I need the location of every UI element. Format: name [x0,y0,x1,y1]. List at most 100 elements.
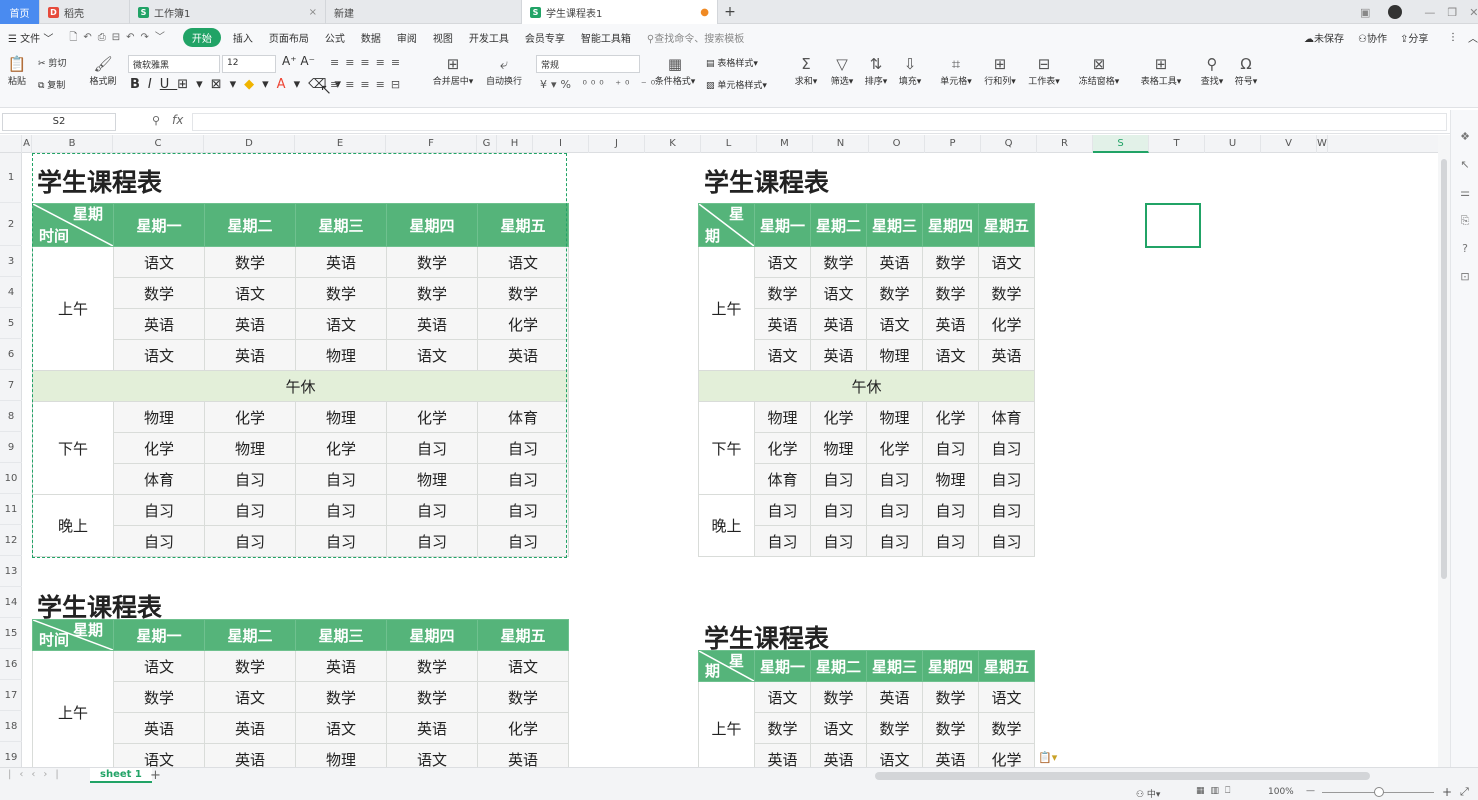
course-cell[interactable]: 英语 [386,712,478,744]
period-label-cell[interactable]: 上午 [32,650,114,767]
view-mode-icons[interactable]: ▦▥⎕ [1196,786,1236,796]
avatar[interactable] [1388,5,1403,19]
course-cell[interactable]: 数学 [386,246,478,278]
course-cell[interactable]: 自习 [295,494,387,526]
course-cell[interactable]: 语文 [386,743,478,767]
course-cell[interactable]: 物理 [866,401,923,433]
day-header-cell[interactable]: 星期四 [386,619,478,651]
course-cell[interactable]: 英语 [477,339,569,371]
day-header-cell[interactable]: 星期三 [295,619,387,651]
course-cell[interactable]: 自习 [477,432,569,464]
course-cell[interactable]: 体育 [754,463,811,495]
column-header-g[interactable]: G [477,135,497,153]
course-cell[interactable]: 化学 [386,401,478,433]
course-cell[interactable]: 自习 [754,525,811,557]
zoom-level[interactable]: 100% [1268,787,1294,797]
zoom-out-icon[interactable]: — [1306,786,1315,796]
column-header-t[interactable]: T [1149,135,1205,153]
conditional-format-button[interactable]: ▦ 条件格式▾ [652,54,698,87]
course-cell[interactable]: 化学 [113,432,205,464]
period-label-cell[interactable]: 晚上 [32,494,114,557]
row-header-5[interactable]: 5 [0,308,22,339]
worksheet-button[interactable]: ⊟ 工作表▾ [1026,54,1062,87]
course-cell[interactable]: 自习 [810,463,867,495]
course-cell[interactable]: 英语 [978,339,1035,371]
menu-file[interactable]: ☰ 文件 ﹀ [0,30,61,45]
column-header-d[interactable]: D [204,135,295,153]
course-cell[interactable]: 数学 [386,681,478,713]
row-header-6[interactable]: 6 [0,339,22,370]
font-size-grow-shrink[interactable]: A⁺ A⁻ [282,54,315,68]
restore-icon[interactable]: ❐ [1447,6,1457,19]
course-cell[interactable]: 物理 [810,432,867,464]
column-header-p[interactable]: P [925,135,981,153]
lunch-break-cell[interactable]: 午休 [32,370,569,402]
course-cell[interactable]: 自习 [295,525,387,557]
corner-header-cell[interactable]: 星期 时间 [32,203,114,247]
day-header-cell[interactable]: 星期五 [978,650,1035,682]
layout-icon[interactable]: ▣ [1360,6,1370,19]
day-header-cell[interactable]: 星期四 [386,203,478,247]
course-cell[interactable]: 语文 [113,650,205,682]
column-header-k[interactable]: K [645,135,701,153]
number-format-select[interactable]: 常规 [536,55,640,73]
course-cell[interactable]: 化学 [477,712,569,744]
tab-home[interactable]: 首页 [0,0,40,24]
course-cell[interactable]: 数学 [922,712,979,744]
course-cell[interactable]: 自习 [866,463,923,495]
fullscreen-icon[interactable]: ⤢ [1460,785,1469,799]
collab-button[interactable]: ⚇协作 [1350,30,1395,45]
select-all-corner[interactable] [0,135,22,153]
lunch-break-cell[interactable]: 午休 [698,370,1035,402]
course-cell[interactable]: 物理 [754,401,811,433]
column-header-e[interactable]: E [295,135,386,153]
sum-button[interactable]: Σ 求和▾ [792,54,820,87]
period-label-cell[interactable]: 下午 [32,401,114,495]
day-header-cell[interactable]: 星期四 [922,650,979,682]
course-cell[interactable]: 化学 [810,401,867,433]
course-cell[interactable]: 化学 [477,308,569,340]
scroll-thumb[interactable] [1441,159,1447,579]
course-cell[interactable]: 物理 [113,401,205,433]
column-header-f[interactable]: F [386,135,477,153]
course-cell[interactable]: 自习 [922,494,979,526]
course-cell[interactable]: 数学 [113,277,205,309]
course-cell[interactable]: 英语 [295,246,387,278]
course-cell[interactable]: 语文 [922,339,979,371]
column-header-h[interactable]: H [497,135,533,153]
course-cell[interactable]: 语文 [978,681,1035,713]
day-header-cell[interactable]: 星期二 [204,619,296,651]
zoom-in-icon[interactable]: + [1442,785,1452,799]
course-cell[interactable]: 体育 [978,401,1035,433]
format-painter-button[interactable]: 🖌 格式刷 [88,54,118,87]
course-cell[interactable]: 语文 [204,277,296,309]
course-cell[interactable]: 英语 [810,308,867,340]
course-cell[interactable]: 英语 [204,339,296,371]
course-cell[interactable]: 数学 [866,712,923,744]
day-header-cell[interactable]: 星期一 [754,650,811,682]
column-header-m[interactable]: M [757,135,813,153]
course-cell[interactable]: 英语 [477,743,569,767]
course-cell[interactable]: 自习 [113,494,205,526]
day-header-cell[interactable]: 星期三 [866,203,923,247]
course-cell[interactable]: 自习 [866,525,923,557]
symbol-button[interactable]: Ω 符号▾ [1232,54,1260,87]
course-cell[interactable]: 语文 [295,308,387,340]
day-header-cell[interactable]: 星期三 [295,203,387,247]
day-header-cell[interactable]: 星期四 [922,203,979,247]
fill-button[interactable]: ⇩ 填充▾ [896,54,924,87]
column-header-q[interactable]: Q [981,135,1037,153]
course-cell[interactable]: 自习 [477,463,569,495]
course-cell[interactable]: 语文 [295,712,387,744]
course-cell[interactable]: 物理 [204,432,296,464]
column-header-r[interactable]: R [1037,135,1093,153]
course-cell[interactable]: 自习 [204,463,296,495]
course-cell[interactable]: 英语 [866,681,923,713]
course-cell[interactable]: 自习 [810,525,867,557]
day-header-cell[interactable]: 星期五 [978,203,1035,247]
sheet-grid[interactable]: 学生课程表 学生课程表 学生课程表 学生课程表 星期 时间 星期一 星期二 星期三 星期四… [22,153,1438,767]
period-label-cell[interactable]: 晚上 [698,494,755,557]
row-header-10[interactable]: 10 [0,463,22,494]
course-cell[interactable]: 物理 [295,401,387,433]
row-header-17[interactable]: 17 [0,680,22,711]
